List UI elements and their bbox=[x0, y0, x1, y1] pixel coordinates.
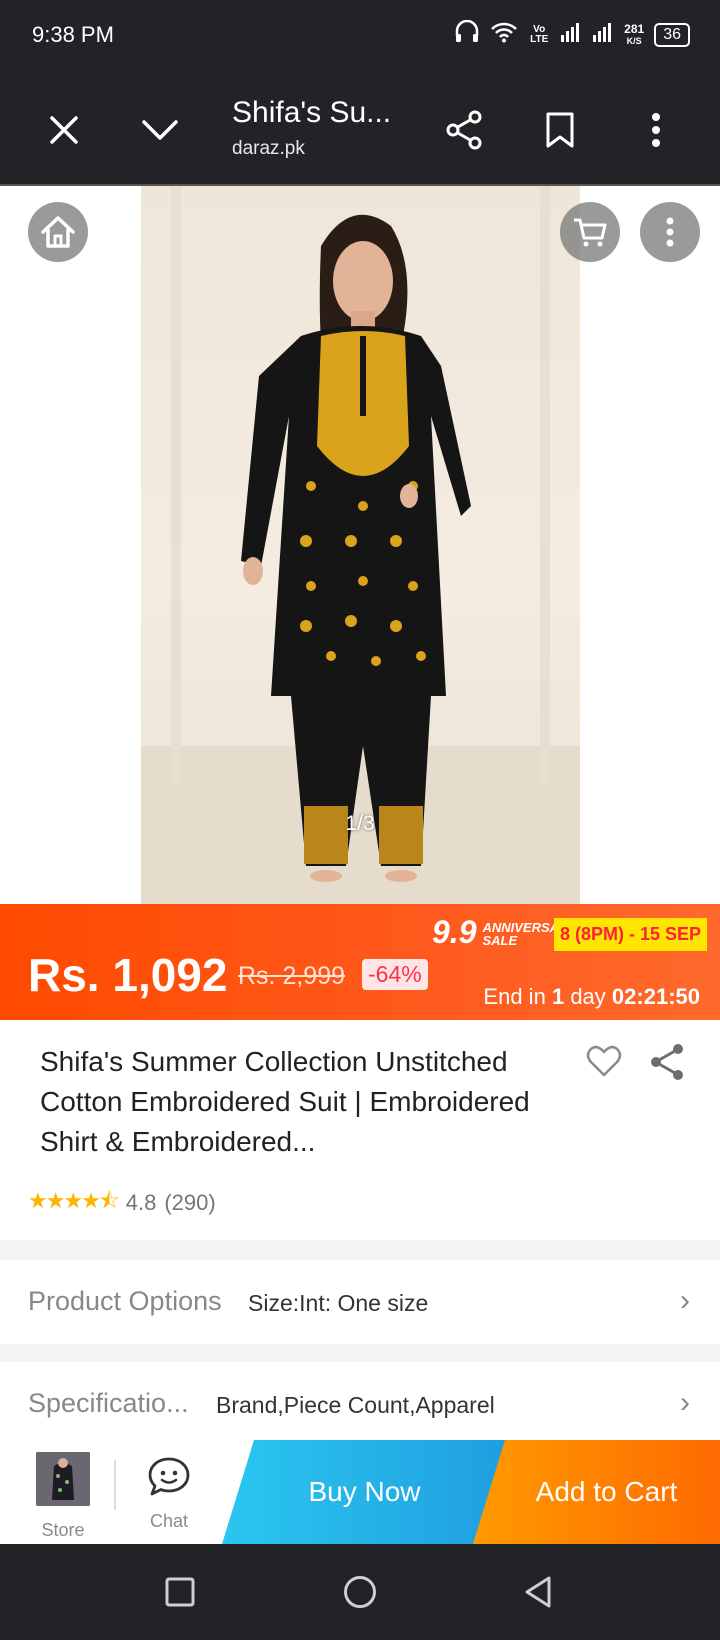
share-icon bbox=[446, 110, 482, 150]
sale-dates-badge: 8 (8PM) - 15 SEP bbox=[554, 918, 708, 951]
countdown-unit: day bbox=[570, 984, 606, 1009]
rating-count: (290) bbox=[164, 1190, 216, 1215]
store-button[interactable]: Store bbox=[30, 1452, 96, 1541]
action-divider bbox=[114, 1460, 116, 1510]
current-price: Rs. 1,092 bbox=[28, 949, 228, 1001]
home-icon bbox=[41, 216, 75, 248]
chat-icon bbox=[148, 1457, 190, 1496]
original-price: Rs. 2,999 bbox=[238, 962, 346, 990]
image-counter: 1/3 bbox=[345, 812, 375, 835]
square-icon bbox=[165, 1577, 195, 1607]
page-url: daraz.pk bbox=[232, 138, 305, 159]
share-icon bbox=[651, 1044, 683, 1080]
countdown: End in 1 day 02:21:50 bbox=[483, 984, 700, 1010]
chat-label: Chat bbox=[149, 1511, 189, 1531]
headphones-icon bbox=[454, 19, 480, 49]
cart-button[interactable] bbox=[560, 202, 620, 262]
specifications-row[interactable]: Specificatio... Brand,Piece Count,Appare… bbox=[0, 1362, 720, 1446]
signal-icon bbox=[592, 21, 614, 48]
cart-icon bbox=[574, 218, 607, 247]
gallery-more-button[interactable] bbox=[640, 202, 700, 262]
recents-button[interactable] bbox=[160, 1572, 200, 1612]
countdown-time: 02:21:50 bbox=[611, 984, 700, 1009]
add-to-cart-button[interactable]: Add to Cart bbox=[473, 1440, 720, 1544]
net-speed: 281 K/S bbox=[624, 23, 644, 47]
product-share-button[interactable] bbox=[648, 1042, 686, 1087]
circle-icon bbox=[344, 1576, 376, 1608]
specifications-label: Specificatio... bbox=[28, 1388, 189, 1418]
star-rating-icon: ★★★★⯪ bbox=[28, 1188, 120, 1213]
bookmark-icon bbox=[546, 112, 574, 148]
countdown-prefix: End in bbox=[483, 984, 546, 1009]
countdown-days: 1 bbox=[551, 984, 565, 1009]
bookmark-button[interactable] bbox=[532, 102, 588, 158]
battery-indicator: 36 bbox=[654, 22, 690, 47]
close-icon bbox=[50, 116, 78, 144]
product-info: Shifa's Summer Collection Unstitched Cot… bbox=[0, 1020, 720, 1240]
section-divider bbox=[0, 1344, 720, 1364]
rating-value: 4.8 bbox=[125, 1190, 157, 1215]
chevron-down-icon bbox=[142, 120, 178, 140]
specifications-value: Brand,Piece Count,Apparel bbox=[216, 1392, 495, 1418]
sale-number: 9.9 bbox=[432, 914, 477, 950]
product-image[interactable] bbox=[141, 186, 580, 904]
store-thumbnail bbox=[36, 1452, 90, 1506]
home-nav-button[interactable] bbox=[340, 1572, 380, 1612]
product-title: Shifa's Summer Collection Unstitched Cot… bbox=[40, 1046, 530, 1157]
bottom-action-bar: Store Chat Buy Now Add to Cart bbox=[0, 1440, 720, 1544]
heart-icon bbox=[586, 1045, 622, 1077]
status-bar: 9:38 PM Vo LTE 281 K/S 36 bbox=[0, 0, 720, 72]
signal-icon bbox=[560, 21, 582, 48]
back-button[interactable] bbox=[518, 1572, 558, 1612]
rating-summary[interactable]: ★★★★⯪ 4.8 (290) bbox=[28, 1184, 216, 1222]
system-nav-bar bbox=[0, 1544, 720, 1640]
product-options-value: Size:Int: One size bbox=[248, 1290, 429, 1316]
chevron-right-icon: › bbox=[680, 1386, 690, 1419]
model-illustration bbox=[141, 186, 580, 904]
more-button[interactable] bbox=[628, 102, 684, 158]
back-triangle-icon bbox=[525, 1576, 551, 1608]
wifi-icon bbox=[490, 21, 518, 48]
section-divider bbox=[0, 1240, 720, 1260]
status-icons: Vo LTE 281 K/S 36 bbox=[454, 19, 690, 49]
chat-button[interactable]: Chat bbox=[136, 1456, 202, 1532]
product-options-row[interactable]: Product Options Size:Int: One size › bbox=[0, 1260, 720, 1344]
chevron-right-icon: › bbox=[680, 1284, 690, 1317]
browser-toolbar: Shifa's Su... daraz.pk bbox=[0, 72, 720, 186]
wishlist-button[interactable] bbox=[586, 1044, 622, 1083]
share-button[interactable] bbox=[436, 102, 492, 158]
price-banner: 9.9 ANNIVERSARY SALE 8 (8PM) - 15 SEP Rs… bbox=[0, 904, 720, 1020]
status-time: 9:38 PM bbox=[32, 22, 114, 47]
net-speed-value: 281 bbox=[624, 21, 645, 36]
net-speed-unit: K/S bbox=[626, 35, 642, 46]
page-title: Shifa's Su... bbox=[232, 96, 392, 129]
store-label: Store bbox=[41, 1520, 85, 1540]
volte-icon: Vo LTE bbox=[530, 23, 549, 45]
discount-badge: -64% bbox=[362, 959, 428, 990]
product-options-label: Product Options bbox=[28, 1286, 222, 1316]
product-gallery[interactable]: 1/3 bbox=[0, 186, 720, 904]
close-button[interactable] bbox=[36, 102, 92, 158]
home-button[interactable] bbox=[28, 202, 88, 262]
buy-now-button[interactable]: Buy Now bbox=[222, 1440, 507, 1544]
more-vert-icon bbox=[652, 113, 660, 147]
more-vert-icon bbox=[666, 217, 674, 247]
collapse-button[interactable] bbox=[132, 102, 188, 158]
